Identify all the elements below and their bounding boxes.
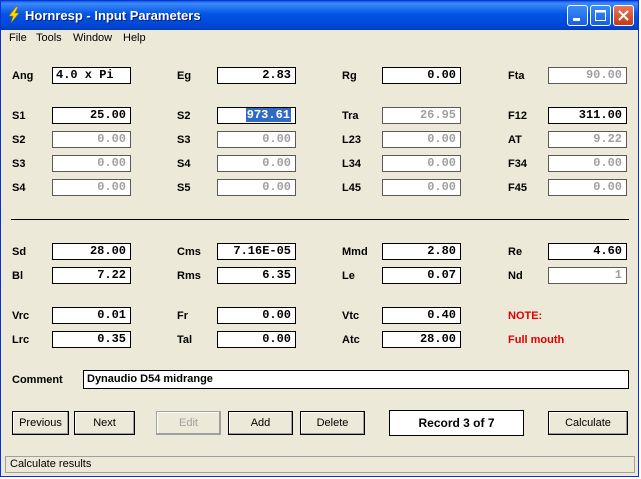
s2-field-left: 0.00 xyxy=(52,131,131,148)
eg-field[interactable]: 2.83 xyxy=(217,67,296,84)
mmd-field[interactable]: 2.80 xyxy=(382,243,461,260)
window-title: Hornresp - Input Parameters xyxy=(25,8,201,23)
close-icon xyxy=(618,10,629,21)
le-field[interactable]: 0.07 xyxy=(382,267,461,284)
re-label: Re xyxy=(508,246,523,258)
atc-field[interactable]: 28.00 xyxy=(382,331,461,348)
f34-label: F34 xyxy=(508,158,527,170)
l23-label: L23 xyxy=(342,134,361,146)
s3-field: 0.00 xyxy=(217,131,296,148)
lrc-label: Lrc xyxy=(12,334,30,346)
l45-field: 0.00 xyxy=(382,179,461,196)
s2-label-left: S2 xyxy=(12,134,26,146)
minimize-button[interactable] xyxy=(567,5,588,26)
section-divider xyxy=(11,219,629,220)
s2-field-selected[interactable]: 973.61 xyxy=(217,107,296,124)
note-title: NOTE: xyxy=(508,310,543,322)
main-window: Hornresp - Input Parameters File Tools W… xyxy=(0,0,639,477)
s4-field: 0.00 xyxy=(217,155,296,172)
record-indicator: Record 3 of 7 xyxy=(389,410,524,436)
mmd-label: Mmd xyxy=(342,246,368,258)
sd-field[interactable]: 28.00 xyxy=(52,243,131,260)
tal-label: Tal xyxy=(177,334,193,346)
lightning-app-icon xyxy=(8,7,20,23)
edit-button[interactable]: Edit xyxy=(156,411,221,435)
at-label: AT xyxy=(508,134,522,146)
s1-label: S1 xyxy=(12,110,26,122)
minimize-icon xyxy=(573,18,580,21)
cms-field[interactable]: 7.16E-05 xyxy=(217,243,296,260)
fta-field: 90.00 xyxy=(548,67,627,84)
at-field: 9.22 xyxy=(548,131,627,148)
maximize-button[interactable] xyxy=(590,5,611,26)
menu-bar: File Tools Window Help xyxy=(1,30,638,48)
sd-label: Sd xyxy=(12,246,27,258)
ang-field[interactable]: 4.0 x Pi xyxy=(52,67,131,84)
s3-label-left: S3 xyxy=(12,158,26,170)
calculate-button[interactable]: Calculate xyxy=(548,411,628,435)
bl-label: Bl xyxy=(12,270,23,282)
s3-label: S3 xyxy=(177,134,191,146)
l34-label: L34 xyxy=(342,158,361,170)
s1-field[interactable]: 25.00 xyxy=(52,107,131,124)
l34-field: 0.00 xyxy=(382,155,461,172)
comment-label: Comment xyxy=(12,374,63,386)
add-button[interactable]: Add xyxy=(228,411,293,435)
fr-field[interactable]: 0.00 xyxy=(217,307,296,324)
nd-label: Nd xyxy=(508,270,523,282)
cms-label: Cms xyxy=(177,246,201,258)
comment-field[interactable]: Dynaudio D54 midrange xyxy=(83,370,629,389)
f12-label: F12 xyxy=(508,110,527,122)
vtc-field[interactable]: 0.40 xyxy=(382,307,461,324)
re-field[interactable]: 4.60 xyxy=(548,243,627,260)
bl-field[interactable]: 7.22 xyxy=(52,267,131,284)
note-text: Full mouth xyxy=(508,334,565,346)
vtc-label: Vtc xyxy=(342,310,360,322)
s4-label-left: S4 xyxy=(12,182,26,194)
nd-field: 1 xyxy=(548,267,627,284)
close-button[interactable] xyxy=(613,5,634,26)
rms-label: Rms xyxy=(177,270,201,282)
menu-tools[interactable]: Tools xyxy=(36,32,62,44)
fta-label: Fta xyxy=(508,70,525,82)
selected-text: 973.61 xyxy=(245,108,291,122)
f12-field[interactable]: 311.00 xyxy=(548,107,627,124)
lrc-field[interactable]: 0.35 xyxy=(52,331,131,348)
f45-field: 0.00 xyxy=(548,179,627,196)
le-label: Le xyxy=(342,270,355,282)
s3-field-left: 0.00 xyxy=(52,155,131,172)
f34-field: 0.00 xyxy=(548,155,627,172)
rg-label: Rg xyxy=(342,70,357,82)
s5-field: 0.00 xyxy=(217,179,296,196)
previous-button[interactable]: Previous xyxy=(12,411,69,435)
vrc-field[interactable]: 0.01 xyxy=(52,307,131,324)
fr-label: Fr xyxy=(177,310,188,322)
rg-field[interactable]: 0.00 xyxy=(382,67,461,84)
l45-label: L45 xyxy=(342,182,361,194)
rms-field[interactable]: 6.35 xyxy=(217,267,296,284)
delete-button[interactable]: Delete xyxy=(300,411,365,435)
menu-help[interactable]: Help xyxy=(123,32,146,44)
eg-label: Eg xyxy=(177,70,192,82)
tal-field[interactable]: 0.00 xyxy=(217,331,296,348)
tra-label: Tra xyxy=(342,110,359,122)
title-bar[interactable]: Hornresp - Input Parameters xyxy=(1,1,638,30)
l23-field: 0.00 xyxy=(382,131,461,148)
status-bar: Calculate results xyxy=(5,456,635,473)
tra-field: 26.95 xyxy=(382,107,461,124)
s2-label: S2 xyxy=(177,110,191,122)
atc-label: Atc xyxy=(342,334,360,346)
s4-field-left: 0.00 xyxy=(52,179,131,196)
f45-label: F45 xyxy=(508,182,527,194)
s4-label: S4 xyxy=(177,158,191,170)
s5-label: S5 xyxy=(177,182,191,194)
menu-file[interactable]: File xyxy=(9,32,27,44)
ang-label: Ang xyxy=(12,70,34,82)
maximize-icon xyxy=(595,10,606,21)
next-button[interactable]: Next xyxy=(74,411,135,435)
vrc-label: Vrc xyxy=(12,310,30,322)
menu-window[interactable]: Window xyxy=(73,32,112,44)
